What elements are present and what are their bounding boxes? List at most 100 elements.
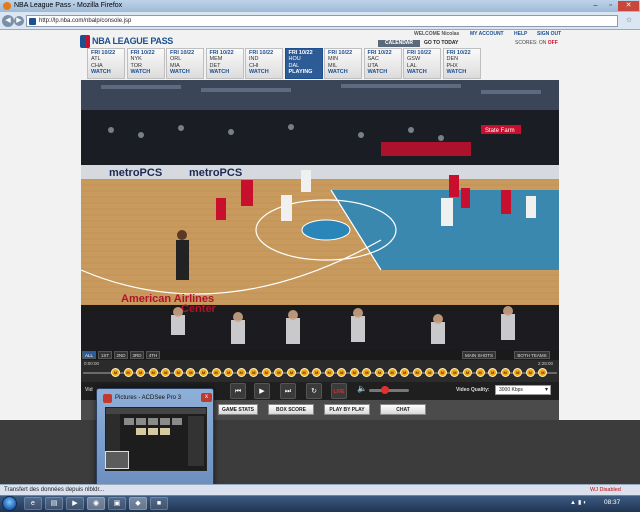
- timeline-marker[interactable]: M: [123, 368, 133, 377]
- period-filter-4th[interactable]: 4TH: [146, 351, 160, 359]
- playing-label[interactable]: PLAYING: [289, 69, 319, 75]
- timeline-marker[interactable]: M: [287, 368, 296, 377]
- period-filter-all[interactable]: ALL: [82, 351, 96, 359]
- timeline-marker[interactable]: M: [111, 368, 120, 377]
- maximize-icon[interactable]: ▫: [603, 1, 618, 11]
- watch-link[interactable]: WATCH: [328, 69, 358, 75]
- main-shots-filter[interactable]: MAIN SHOTS: [462, 351, 496, 359]
- timeline-marker[interactable]: M: [274, 368, 284, 377]
- game-tile-mem-det[interactable]: FRI 10/22 MEM DET WATCH: [205, 48, 244, 79]
- scores-on[interactable]: ON: [539, 40, 547, 46]
- timeline-marker[interactable]: M: [425, 368, 435, 377]
- timeline-marker[interactable]: M: [173, 368, 183, 377]
- folder-icon[interactable]: ▤: [45, 497, 63, 510]
- game-tile-hou-dal[interactable]: FRI 10/22 HOU DAL PLAYING: [284, 48, 323, 79]
- timeline-marker[interactable]: M: [488, 368, 498, 377]
- timeline-marker[interactable]: M: [463, 368, 472, 377]
- game-tile-gsw-lal[interactable]: FRI 10/22 GSW LAL WATCH: [403, 48, 441, 79]
- timeline-marker[interactable]: M: [475, 368, 485, 377]
- timeline-marker[interactable]: M: [148, 368, 158, 377]
- firefox-taskbar-icon[interactable]: ◉: [87, 497, 105, 510]
- play-icon[interactable]: ▶: [254, 383, 270, 399]
- watch-link[interactable]: WATCH: [210, 69, 240, 75]
- game-tile-min-mil[interactable]: FRI 10/22 MIN MIL WATCH: [324, 48, 362, 79]
- timeline-marker[interactable]: M: [249, 368, 259, 377]
- timeline-marker[interactable]: M: [261, 368, 271, 377]
- timeline-marker[interactable]: M: [400, 368, 410, 377]
- period-filter-2nd[interactable]: 2ND: [114, 351, 128, 359]
- popup-mini-preview[interactable]: [105, 451, 129, 469]
- game-tile-nyk-tor[interactable]: FRI 10/22 NYK TOR WATCH: [126, 48, 165, 79]
- timeline-marker[interactable]: M: [186, 368, 196, 377]
- watch-link[interactable]: WATCH: [447, 69, 477, 75]
- volume-knob[interactable]: [381, 386, 389, 394]
- minimize-icon[interactable]: –: [588, 1, 603, 11]
- media-player-icon[interactable]: ▶: [66, 497, 84, 510]
- speaker-icon[interactable]: 🔈: [357, 384, 367, 393]
- back-arrow-icon[interactable]: ◀: [2, 15, 14, 27]
- watch-link[interactable]: WATCH: [170, 69, 200, 75]
- star-icon[interactable]: ☆: [622, 16, 636, 26]
- timeline-marker[interactable]: M: [337, 368, 347, 377]
- help-link[interactable]: HELP: [514, 31, 527, 37]
- timeline-marker[interactable]: M: [375, 368, 384, 377]
- previous-icon[interactable]: ⏮: [230, 383, 246, 399]
- app-icon-2[interactable]: ■: [150, 497, 168, 510]
- app-icon[interactable]: ▣: [108, 497, 126, 510]
- timeline-marker[interactable]: M: [161, 368, 171, 377]
- popup-close-button[interactable]: x: [201, 393, 212, 402]
- timeline-marker[interactable]: M: [412, 368, 422, 377]
- sign-out-link[interactable]: SIGN OUT: [537, 31, 561, 37]
- nba-logo-icon[interactable]: [80, 35, 90, 48]
- start-button[interactable]: [2, 496, 17, 511]
- volume-slider[interactable]: [369, 389, 409, 392]
- system-tray-icons[interactable]: ▲▮◐: [570, 499, 589, 506]
- watch-link[interactable]: WATCH: [249, 69, 279, 75]
- tab-play-by-play[interactable]: PLAY BY PLAY: [324, 404, 370, 415]
- timeline[interactable]: 0:00:00 2:28:00 MMMMMMMMMMMMMMMMMMMMMMMM…: [81, 360, 559, 382]
- timeline-marker[interactable]: M: [500, 368, 510, 377]
- both-teams-filter[interactable]: BOTH TEAMS: [514, 351, 550, 359]
- scores-off[interactable]: OFF: [548, 40, 558, 46]
- watch-link[interactable]: WATCH: [407, 69, 437, 75]
- timeline-marker[interactable]: M: [525, 368, 535, 377]
- timeline-marker[interactable]: M: [236, 368, 246, 377]
- period-filter-1st[interactable]: 1ST: [98, 351, 112, 359]
- video-player[interactable]: State Farm metroPCS metroPCS American Ai…: [81, 80, 559, 350]
- live-button[interactable]: LIVE: [331, 383, 347, 399]
- acdsee-taskbar-icon[interactable]: ◆: [129, 497, 147, 510]
- watch-link[interactable]: WATCH: [91, 69, 121, 75]
- my-account-link[interactable]: MY ACCOUNT: [470, 31, 504, 37]
- tab-box-score[interactable]: BOX SCORE: [268, 404, 314, 415]
- timeline-marker[interactable]: M: [324, 368, 334, 377]
- game-tile-atl-cha[interactable]: FRI 10/22 ATL CHA WATCH: [87, 48, 125, 79]
- timeline-marker[interactable]: M: [312, 368, 322, 377]
- game-tile-ind-chi[interactable]: FRI 10/22 IND CHI WATCH: [245, 48, 283, 79]
- timeline-marker[interactable]: M: [437, 368, 447, 377]
- url-bar[interactable]: http://lp.nba.com/nbalp/console.jsp: [26, 15, 618, 27]
- tab-chat[interactable]: CHAT: [380, 404, 426, 415]
- next-icon[interactable]: ⏭: [280, 383, 296, 399]
- timeline-marker[interactable]: M: [362, 368, 372, 377]
- timeline-marker[interactable]: M: [387, 368, 397, 377]
- game-tile-orl-mia[interactable]: FRI 10/22 ORL MIA WATCH: [166, 48, 204, 79]
- timeline-marker[interactable]: M: [450, 368, 460, 377]
- watch-link[interactable]: WATCH: [131, 69, 161, 75]
- timeline-marker[interactable]: M: [224, 368, 234, 377]
- timeline-marker[interactable]: M: [299, 368, 309, 377]
- game-tile-den-phx[interactable]: FRI 10/22 DEN PHX WATCH: [442, 48, 481, 79]
- go-to-today-button[interactable]: GO TO TODAY: [424, 40, 458, 47]
- ie-icon[interactable]: e: [24, 497, 42, 510]
- game-tile-sac-uta[interactable]: FRI 10/22 SAC UTA WATCH: [363, 48, 402, 79]
- calendar-button[interactable]: CALENDAR: [378, 40, 420, 47]
- watch-link[interactable]: WATCH: [368, 69, 398, 75]
- refresh-icon[interactable]: ↻: [306, 383, 322, 399]
- timeline-marker[interactable]: M: [538, 368, 548, 377]
- timeline-marker[interactable]: M: [513, 368, 523, 377]
- timeline-marker[interactable]: M: [136, 368, 146, 377]
- timeline-marker[interactable]: M: [211, 368, 221, 377]
- video-quality-select[interactable]: 3000 Kbps: [495, 385, 551, 395]
- tab-game-stats[interactable]: GAME STATS: [218, 404, 258, 415]
- timeline-marker[interactable]: M: [349, 368, 359, 377]
- taskbar-thumbnail-popup[interactable]: Pictures - ACDSee Pro 3 x: [96, 388, 214, 492]
